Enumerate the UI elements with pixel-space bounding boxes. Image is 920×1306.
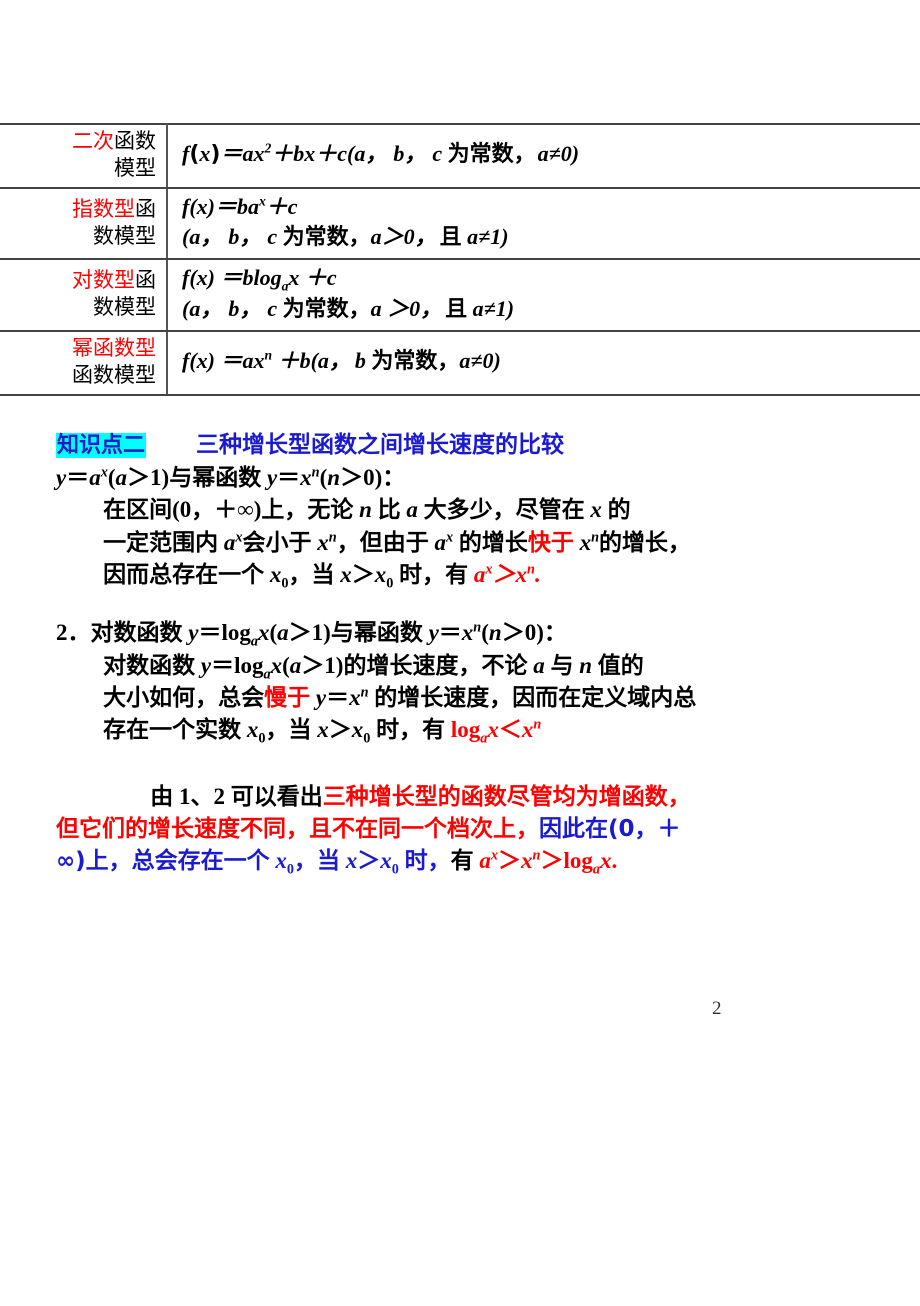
document-page: 二次函数 模型 f(x)＝ax2＋bx＋c(a， b， c 为常数，a≠0) 指数型…	[0, 0, 920, 1306]
section-badge: 知识点二	[56, 433, 147, 458]
row-label-red: 指数型	[72, 196, 135, 221]
table-row: 指数型函 数模型 f(x)＝bax＋c (a， b， c 为常数，a＞0，且 a≠1…	[0, 186, 920, 261]
table-row: 对数型函 数模型 f(x) ＝blogax ＋c (a， b， c 为常数，a ＞0…	[0, 258, 920, 333]
section-title: 三种增长型函数之间增长速度的比较	[196, 432, 565, 458]
formula-line: f(x)＝ax2＋bx＋c(a， b， c 为常数，a≠0)	[182, 140, 580, 168]
item1-emph-fast: 快于	[527, 529, 574, 556]
table-row: 二次函数 模型 f(x)＝ax2＋bx＋c(a， b， c 为常数，a≠0)	[0, 123, 920, 189]
row-formula-quadratic: f(x)＝ax2＋bx＋c(a， b， c 为常数，a≠0)	[167, 123, 920, 189]
formula-line: (a， b， c 为常数，a＞0，且 a≠1)	[182, 224, 509, 251]
item2-emph-slow: 慢于	[264, 685, 311, 712]
row-formula-logarithmic: f(x) ＝blogax ＋c (a， b， c 为常数，a ＞0，且 a≠1)	[167, 258, 920, 333]
conclusion-red-2: 但它们的增长速度不同，且不在同一个档次上，	[56, 815, 539, 842]
item2-number: 2．	[56, 620, 91, 646]
row-label-black: 函	[135, 268, 156, 293]
formula-line: (a， b， c 为常数，a ＞0，且 a≠1)	[182, 295, 515, 322]
row-label-line2: 模型	[114, 155, 156, 180]
row-label-black: 函	[135, 196, 156, 221]
main-content: 知识点二 三种增长型函数之间增长速度的比较 y＝ax(a＞1)与幂函数 y＝xn(…	[56, 432, 866, 877]
item1-body: 在区间(0，＋∞)上，无论 n 比 a 大多少，尽管在 x 的 一定范围内 ax…	[103, 497, 692, 592]
formula-line: f(x) ＝axn ＋b(a， b 为常数，a≠0)	[182, 348, 501, 375]
formula-line: f(x) ＝blogax ＋c	[182, 265, 337, 294]
item1-header: y＝ax(a＞1)与幂函数 y＝xn(n＞0)：	[56, 463, 406, 491]
row-label-line2: 数模型	[93, 295, 156, 320]
section-heading: 知识点二 三种增长型函数之间增长速度的比较	[56, 432, 866, 460]
row-formula-power: f(x) ＝axn ＋b(a， b 为常数，a≠0)	[167, 330, 920, 396]
conclusion-blue-1: 因此在(0，＋	[539, 815, 681, 842]
row-label-logarithmic: 对数型函 数模型	[0, 258, 168, 333]
row-label-power: 幂函数型 函数模型	[0, 330, 168, 396]
row-label-red: 对数型	[72, 268, 135, 293]
row-label-line2: 数模型	[93, 223, 156, 248]
table-row: 幂函数型 函数模型 f(x) ＝axn ＋b(a， b 为常数，a≠0)	[0, 330, 920, 396]
row-label-red: 幂函数型	[72, 336, 156, 361]
row-label-red: 二次	[72, 129, 114, 153]
function-models-table: 二次函数 模型 f(x)＝ax2＋bx＋c(a， b， c 为常数，a≠0) 指数型…	[0, 123, 920, 396]
row-formula-exponential: f(x)＝bax＋c (a， b， c 为常数，a＞0，且 a≠1)	[167, 186, 920, 261]
conclusion-result: ax＞xn＞logax.	[479, 847, 618, 878]
row-label-black: 函数	[114, 129, 156, 153]
item2-body: 对数函数 y＝logax(a＞1)的增长速度，不论 a 与 n 值的 大小如何，…	[103, 652, 697, 747]
item1-result: ax＞xn.	[473, 561, 541, 587]
item2-result: logax＜xn	[450, 716, 542, 747]
conclusion-red-1: 三种增长型的函数尽管均为增函数，	[322, 783, 691, 810]
row-label-quadratic: 二次函数 模型	[0, 123, 168, 189]
conclusion: 由 1、2 可以看出三种增长型的函数尽管均为增函数， 但它们的增长速度不同，且不…	[56, 783, 691, 878]
row-label-line2: 函数模型	[72, 363, 156, 388]
page-number: 2	[712, 998, 722, 1019]
formula-line: f(x)＝bax＋c	[182, 193, 298, 219]
item2-header: 2．对数函数 y＝logax(a＞1)与幂函数 y＝xn(n＞0)：	[56, 619, 567, 650]
row-label-exponential: 指数型函 数模型	[0, 186, 168, 261]
